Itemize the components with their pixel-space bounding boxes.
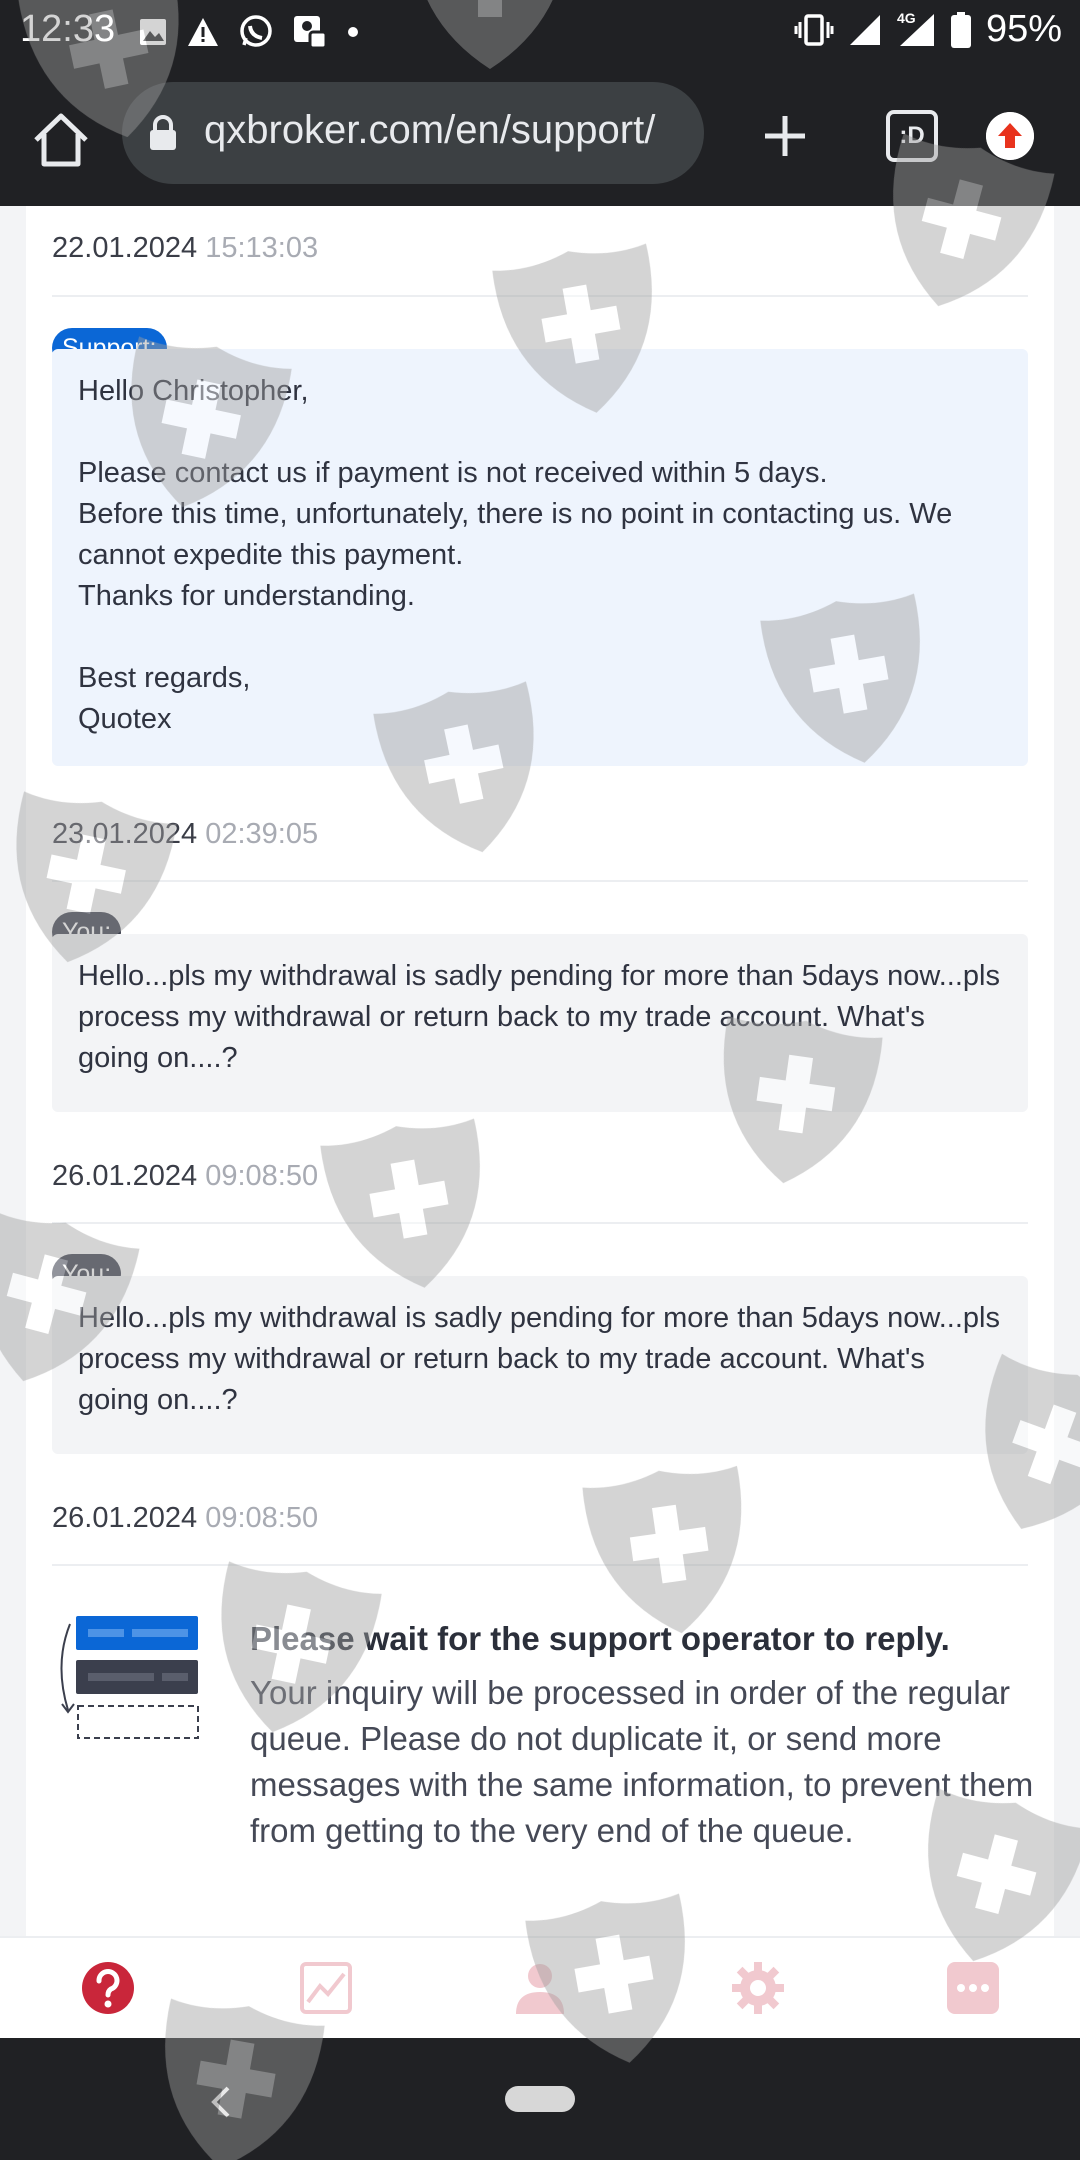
system-navigation-bar: [0, 2038, 1080, 2160]
support-ticket-page[interactable]: 22.01.2024 15:13:03 Support: Hello Chris…: [0, 206, 1080, 1936]
chart-icon[interactable]: [298, 1960, 354, 2016]
settings-icon[interactable]: [730, 1960, 786, 2016]
user-message: Hello...pls my withdrawal is sadly pendi…: [52, 934, 1028, 1112]
address-bar[interactable]: qxbroker.com/en/support/: [122, 82, 704, 184]
signal-icon: [849, 14, 880, 45]
browser-toolbar: qxbroker.com/en/support/ :D: [0, 66, 1080, 206]
message-timestamp: 26.01.2024 09:08:50: [52, 1160, 319, 1192]
divider: [52, 1564, 1028, 1566]
message-timestamp: 23.01.2024 02:39:05: [52, 818, 319, 850]
battery-percent: 95%: [985, 8, 1062, 50]
warning-icon: [188, 18, 218, 46]
battery-icon: [950, 11, 971, 48]
ticket-card: 22.01.2024 15:13:03 Support: Hello Chris…: [26, 206, 1054, 1936]
status-time: 12:33: [20, 8, 116, 50]
update-icon[interactable]: [986, 112, 1034, 160]
message-timestamp: 22.01.2024 15:13:03: [52, 232, 319, 264]
home-gesture-pill[interactable]: [505, 2086, 575, 2112]
status-bar: 12:33 4G 95%: [0, 0, 1080, 66]
user-message: Hello...pls my withdrawal is sadly pendi…: [52, 1276, 1028, 1454]
dot-icon: [348, 27, 358, 37]
queue-illustration-icon: [60, 1616, 199, 1739]
whatsapp-icon: [240, 15, 272, 47]
profile-icon[interactable]: [512, 1960, 568, 2016]
notice-text: Your inquiry will be processed in order …: [250, 1674, 1034, 1849]
support-message: Hello Christopher, Please contact us if …: [52, 349, 1028, 766]
url-text: qxbroker.com/en/support/: [204, 108, 656, 152]
help-icon[interactable]: [80, 1960, 136, 2016]
new-tab-icon[interactable]: [755, 106, 815, 166]
back-icon[interactable]: [206, 2082, 236, 2122]
notice-timestamp: 26.01.2024 09:08:50: [52, 1502, 319, 1534]
notice-title: Please wait for the support operator to …: [250, 1620, 950, 1657]
gallery-icon: [140, 19, 166, 45]
lock-icon: [150, 115, 176, 150]
home-icon[interactable]: [28, 108, 94, 174]
vibrate-icon: [794, 13, 834, 46]
divider: [52, 880, 1028, 882]
app-notification-icon: [294, 16, 328, 50]
divider: [52, 1222, 1028, 1224]
network-label: 4G: [895, 9, 917, 26]
bottom-navigation: [0, 1936, 1080, 2040]
more-icon[interactable]: [945, 1960, 1001, 2016]
tab-switcher-button[interactable]: :D: [886, 110, 938, 162]
divider: [52, 295, 1028, 297]
